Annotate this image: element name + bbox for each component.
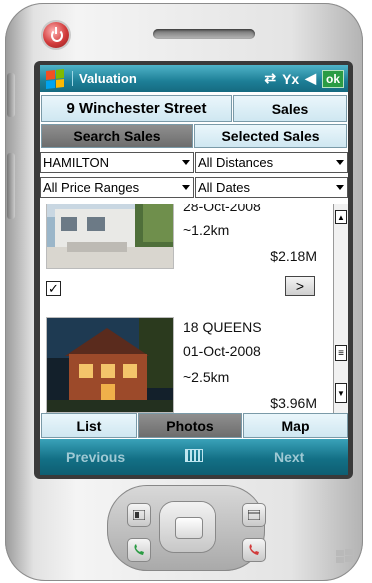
price-range-dropdown[interactable]: All Price Ranges <box>40 177 194 198</box>
sales-list[interactable]: 28-Oct-2008 ~1.2km $2.18M ✓ > 18 QUEENS … <box>40 204 333 413</box>
details-button[interactable]: > <box>285 276 315 296</box>
windows-logo-icon <box>336 548 354 564</box>
connectivity-icon[interactable]: ⇄ <box>264 70 276 87</box>
windows-flag-icon[interactable] <box>46 68 64 89</box>
keyboard-icon[interactable] <box>185 449 203 462</box>
scroll-up-icon[interactable]: ▲ <box>335 210 347 224</box>
system-tray: ⇄ Yx ◀ ok <box>264 69 348 88</box>
chevron-down-icon <box>336 185 344 190</box>
side-button[interactable] <box>7 73 15 117</box>
sale-distance: ~1.2km <box>183 222 230 238</box>
power-icon[interactable] <box>43 22 69 48</box>
ok-button[interactable]: ok <box>321 69 344 88</box>
dates-value: All Dates <box>198 180 251 195</box>
title-bar: Valuation ⇄ Yx ◀ ok <box>40 65 348 92</box>
signal-icon[interactable]: Yx <box>282 71 299 87</box>
sales-button[interactable]: Sales <box>233 95 347 122</box>
speaker-grille <box>153 29 255 39</box>
property-photo[interactable] <box>46 317 174 413</box>
chevron-down-icon <box>182 185 190 190</box>
calendar-icon[interactable] <box>242 503 266 527</box>
chevron-down-icon <box>182 160 190 165</box>
tab-search-sales[interactable]: Search Sales <box>41 124 193 148</box>
sale-price: $3.96M <box>270 395 317 411</box>
suburb-dropdown[interactable]: HAMILTON <box>40 152 194 173</box>
tab-list[interactable]: List <box>41 413 137 438</box>
volume-icon[interactable]: ◀ <box>305 70 316 87</box>
sale-street: 18 QUEENS <box>183 319 262 335</box>
address-button[interactable]: 9 Winchester Street <box>41 95 232 122</box>
dates-dropdown[interactable]: All Dates <box>195 177 348 198</box>
tab-map[interactable]: Map <box>243 413 348 438</box>
app-title: Valuation <box>72 71 137 86</box>
previous-softkey[interactable]: Previous <box>66 449 125 465</box>
softkey-bar: Previous Next <box>40 439 348 475</box>
chevron-down-icon <box>336 160 344 165</box>
list-scrollbar[interactable]: ▲ ≡ ▼ <box>333 204 348 413</box>
distance-value: All Distances <box>198 155 274 170</box>
next-softkey[interactable]: Next <box>274 449 304 465</box>
tab-selected-sales[interactable]: Selected Sales <box>194 124 347 148</box>
call-icon[interactable] <box>127 538 151 562</box>
tab-photos[interactable]: Photos <box>138 413 242 438</box>
price-range-value: All Price Ranges <box>43 180 140 195</box>
dpad-center-button[interactable] <box>175 517 203 539</box>
suburb-value: HAMILTON <box>43 155 109 170</box>
volume-button[interactable] <box>7 153 15 219</box>
scroll-down-icon[interactable]: ▼ <box>335 383 347 403</box>
property-photo[interactable] <box>46 204 174 269</box>
distance-dropdown[interactable]: All Distances <box>195 152 348 173</box>
scroll-thumb[interactable]: ≡ <box>335 345 347 361</box>
end-call-icon[interactable] <box>242 538 266 562</box>
select-checkbox[interactable]: ✓ <box>46 281 61 296</box>
sale-price: $2.18M <box>270 248 317 264</box>
sale-date: 28-Oct-2008 <box>183 204 261 214</box>
device-screen: Valuation ⇄ Yx ◀ ok 9 Winchester Street … <box>40 65 348 475</box>
sale-distance: ~2.5km <box>183 369 230 385</box>
sale-date: 01-Oct-2008 <box>183 343 261 359</box>
contacts-icon[interactable] <box>127 503 151 527</box>
